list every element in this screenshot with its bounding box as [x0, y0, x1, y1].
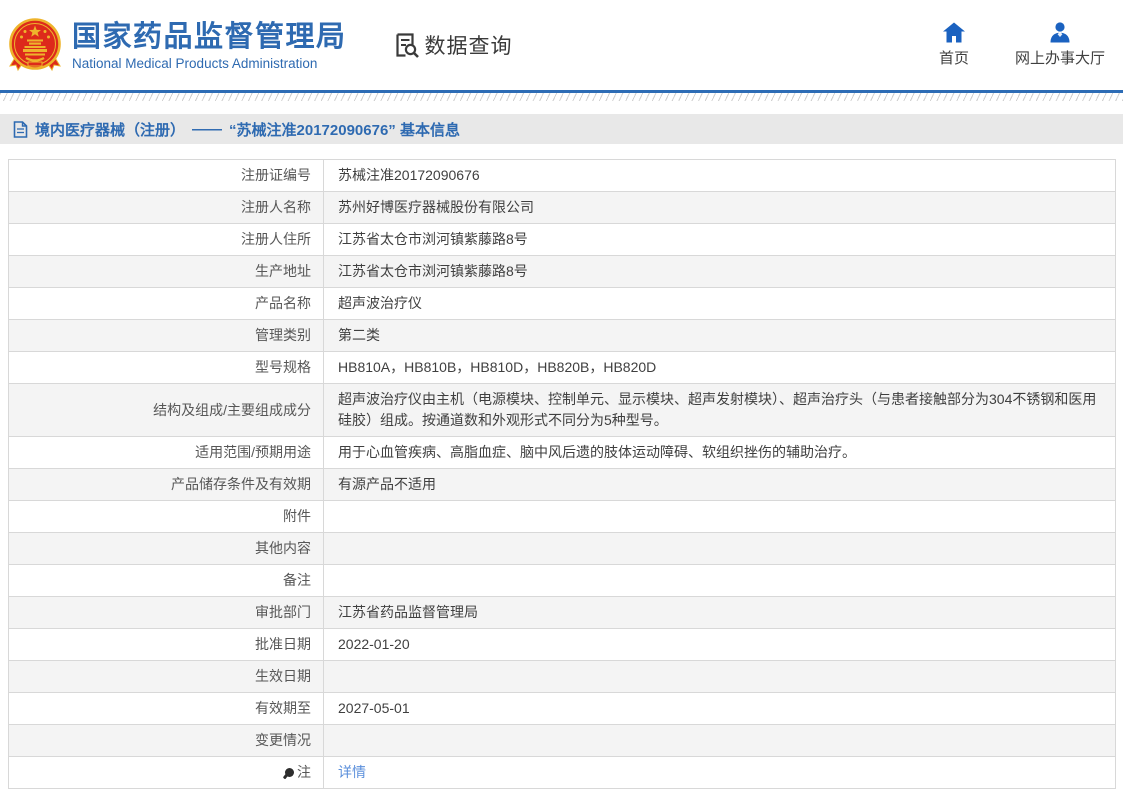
brand[interactable]: 国家药品监督管理局 National Medical Products Admi…	[8, 16, 347, 74]
row-label: 注册证编号	[9, 160, 324, 191]
table-row: 审批部门江苏省药品监督管理局	[9, 596, 1115, 628]
nav-service-hall[interactable]: 网上办事大厅	[1015, 22, 1105, 68]
row-label: 结构及组成/主要组成成分	[9, 384, 324, 436]
top-nav: 首页 网上办事大厅	[939, 22, 1123, 68]
row-value: 详情	[324, 757, 1115, 788]
data-query-icon	[391, 30, 421, 60]
row-label: 有效期至	[9, 693, 324, 724]
row-label: 附件	[9, 501, 324, 532]
table-row: 附件	[9, 500, 1115, 532]
nav-home-label: 首页	[939, 47, 969, 68]
table-row: 生效日期	[9, 660, 1115, 692]
table-row: 产品储存条件及有效期有源产品不适用	[9, 468, 1115, 500]
table-row: 变更情况	[9, 724, 1115, 756]
table-row: 生产地址江苏省太仓市浏河镇紫藤路8号	[9, 255, 1115, 287]
site-header: 国家药品监督管理局 National Medical Products Admi…	[0, 0, 1123, 90]
nmpa-emblem-logo	[8, 16, 62, 74]
row-label: 管理类别	[9, 320, 324, 351]
row-label: 注	[9, 757, 324, 788]
row-label: 产品储存条件及有效期	[9, 469, 324, 500]
table-row: 注册人名称苏州好博医疗器械股份有限公司	[9, 191, 1115, 223]
table-row: 结构及组成/主要组成成分超声波治疗仪由主机（电源模块、控制单元、显示模块、超声发…	[9, 383, 1115, 436]
row-label: 审批部门	[9, 597, 324, 628]
nav-home[interactable]: 首页	[939, 22, 969, 68]
row-value	[324, 725, 1115, 756]
table-row: 注册证编号苏械注准20172090676	[9, 160, 1115, 191]
row-value	[324, 661, 1115, 692]
row-label: 生效日期	[9, 661, 324, 692]
row-label: 备注	[9, 565, 324, 596]
table-row: 备注	[9, 564, 1115, 596]
row-value	[324, 501, 1115, 532]
breadcrumb-title: “苏械注准20172090676” 基本信息	[229, 119, 460, 140]
breadcrumb: 境内医疗器械（注册） —— “苏械注准20172090676” 基本信息	[0, 114, 1123, 144]
table-row: 其他内容	[9, 532, 1115, 564]
row-value: 超声波治疗仪由主机（电源模块、控制单元、显示模块、超声发射模块）、超声治疗头（与…	[324, 384, 1115, 436]
site-title: 国家药品监督管理局	[72, 20, 347, 54]
hatch-texture-strip	[0, 93, 1123, 101]
table-row: 管理类别第二类	[9, 319, 1115, 351]
row-value	[324, 533, 1115, 564]
note-icon	[285, 768, 294, 777]
info-table: 注册证编号苏械注准20172090676注册人名称苏州好博医疗器械股份有限公司注…	[8, 159, 1116, 789]
table-row: 注详情	[9, 756, 1115, 788]
row-label: 生产地址	[9, 256, 324, 287]
row-value: 第二类	[324, 320, 1115, 351]
row-value: 苏州好博医疗器械股份有限公司	[324, 192, 1115, 223]
table-row: 型号规格HB810A，HB810B，HB810D，HB820B，HB820D	[9, 351, 1115, 383]
row-value	[324, 565, 1115, 596]
row-value: 江苏省药品监督管理局	[324, 597, 1115, 628]
row-value: 超声波治疗仪	[324, 288, 1115, 319]
data-query[interactable]: 数据查询	[391, 30, 513, 60]
breadcrumb-section[interactable]: 境内医疗器械（注册）	[35, 119, 185, 140]
row-value: HB810A，HB810B，HB810D，HB820B，HB820D	[324, 352, 1115, 383]
row-value: 用于心血管疾病、高脂血症、脑中风后遗的肢体运动障碍、软组织挫伤的辅助治疗。	[324, 437, 1115, 468]
row-value: 江苏省太仓市浏河镇紫藤路8号	[324, 224, 1115, 255]
document-icon	[13, 121, 28, 138]
nav-service-hall-label: 网上办事大厅	[1015, 47, 1105, 68]
row-label: 注册人名称	[9, 192, 324, 223]
row-label: 适用范围/预期用途	[9, 437, 324, 468]
row-value: 2022-01-20	[324, 629, 1115, 660]
breadcrumb-separator: ——	[192, 121, 222, 138]
row-label: 变更情况	[9, 725, 324, 756]
detail-link[interactable]: 详情	[338, 762, 366, 783]
table-row: 注册人住所江苏省太仓市浏河镇紫藤路8号	[9, 223, 1115, 255]
row-label: 产品名称	[9, 288, 324, 319]
table-row: 批准日期2022-01-20	[9, 628, 1115, 660]
row-value: 2027-05-01	[324, 693, 1115, 724]
row-label: 批准日期	[9, 629, 324, 660]
row-value: 江苏省太仓市浏河镇紫藤路8号	[324, 256, 1115, 287]
row-value: 苏械注准20172090676	[324, 160, 1115, 191]
table-row: 产品名称超声波治疗仪	[9, 287, 1115, 319]
user-icon	[1049, 22, 1071, 43]
data-query-label: 数据查询	[425, 30, 513, 60]
table-row: 适用范围/预期用途用于心血管疾病、高脂血症、脑中风后遗的肢体运动障碍、软组织挫伤…	[9, 436, 1115, 468]
site-subtitle: National Medical Products Administration	[72, 56, 347, 71]
table-row: 有效期至2027-05-01	[9, 692, 1115, 724]
row-label: 注册人住所	[9, 224, 324, 255]
row-label: 型号规格	[9, 352, 324, 383]
row-value: 有源产品不适用	[324, 469, 1115, 500]
home-icon	[942, 22, 966, 43]
row-label: 其他内容	[9, 533, 324, 564]
